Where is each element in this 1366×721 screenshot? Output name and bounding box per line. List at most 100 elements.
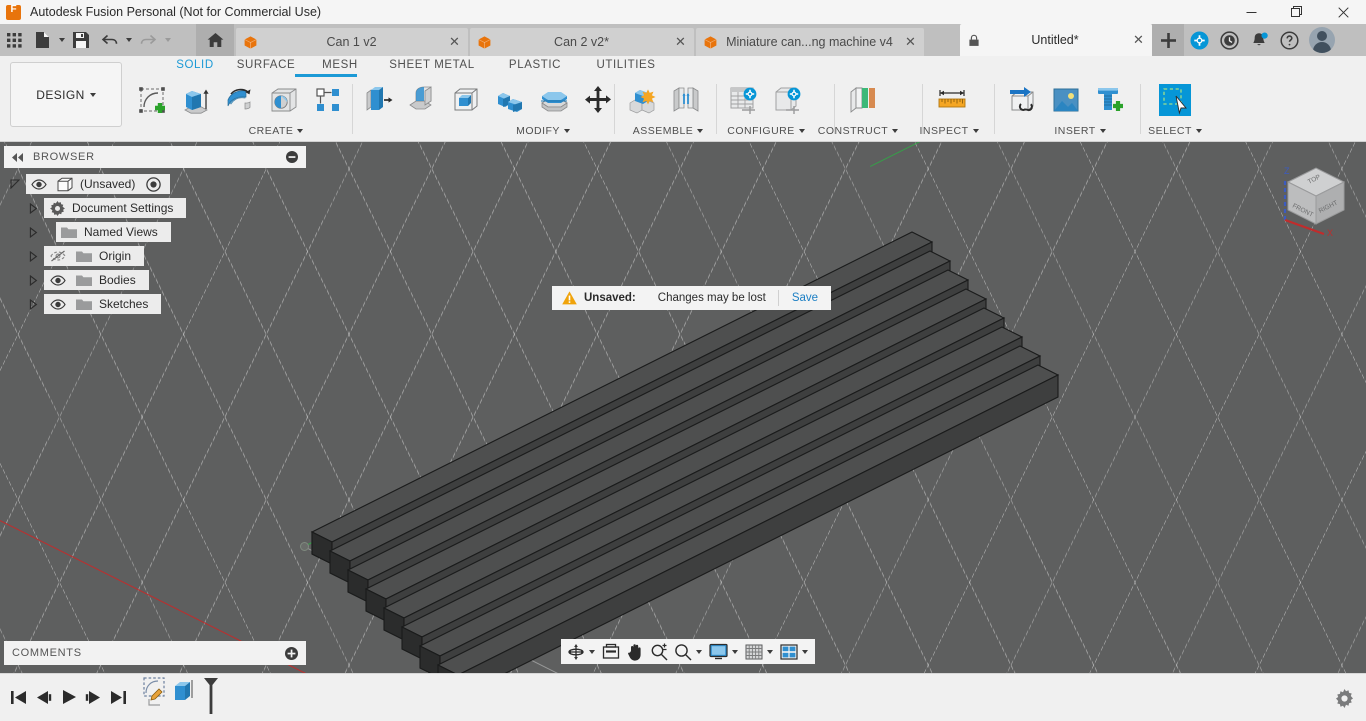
file-menu-caret[interactable] [56, 24, 67, 56]
close-icon[interactable] [1320, 0, 1366, 24]
home-icon[interactable] [196, 24, 234, 56]
save-icon[interactable] [67, 24, 95, 56]
revolve-button[interactable] [218, 78, 262, 122]
viewports-caret-icon[interactable] [801, 639, 812, 664]
app-grid-icon[interactable] [0, 24, 28, 56]
close-icon[interactable]: ✕ [903, 34, 918, 50]
view-cube[interactable]: Z X TOP FRONT RIGHT [1272, 150, 1360, 238]
insert-mcmaster-button[interactable] [1088, 78, 1132, 122]
triangle-collapsed-icon[interactable] [22, 202, 44, 214]
zoom-icon[interactable] [647, 639, 671, 664]
ribbon-group-create-label[interactable]: CREATE [202, 122, 350, 140]
maximize-icon[interactable] [1274, 0, 1320, 24]
shell-button[interactable] [444, 78, 488, 122]
ribbon-group-assemble-label[interactable]: ASSEMBLE [628, 122, 708, 140]
new-component-button[interactable] [620, 78, 664, 122]
derive-button[interactable] [1000, 78, 1044, 122]
look-at-icon[interactable] [599, 639, 623, 664]
create-sketch-button[interactable] [130, 78, 174, 122]
tree-node-unsaved[interactable]: (Unsaved) [4, 172, 306, 196]
redo-icon[interactable] [134, 24, 162, 56]
offset-plane-button[interactable] [842, 78, 886, 122]
tab-plastic[interactable]: PLASTIC [502, 59, 568, 71]
press-pull-button[interactable] [356, 78, 400, 122]
viewports-icon[interactable] [777, 639, 801, 664]
3d-viewport[interactable]: BROWSER (Unsaved) Document Settings Name… [0, 142, 1366, 673]
eye-hidden-icon[interactable] [47, 250, 69, 262]
split-face-button[interactable] [532, 78, 576, 122]
combine-button[interactable] [488, 78, 532, 122]
sweep-button[interactable] [262, 78, 306, 122]
triangle-collapsed-icon[interactable] [22, 226, 44, 238]
tree-node-sketches[interactable]: Sketches [4, 292, 306, 316]
tree-node-bodies[interactable]: Bodies [4, 268, 306, 292]
timeline-feature-extrude[interactable] [170, 677, 200, 711]
step-forward-icon[interactable] [81, 679, 106, 715]
ribbon-group-construct-label[interactable]: CONSTRUCT [818, 122, 899, 140]
measure-button[interactable] [930, 78, 974, 122]
undo-icon[interactable] [95, 24, 123, 56]
triangle-expanded-icon[interactable] [4, 179, 26, 189]
notification-save-link[interactable]: Save [779, 292, 831, 304]
eye-visible-icon[interactable] [47, 298, 69, 310]
minus-circle-icon[interactable] [286, 151, 298, 163]
comments-panel[interactable]: COMMENTS [4, 641, 306, 665]
display-monitor-icon[interactable] [706, 639, 731, 664]
eye-visible-icon[interactable] [28, 178, 50, 190]
job-status-clock-icon[interactable] [1214, 24, 1244, 56]
file-icon[interactable] [28, 24, 56, 56]
close-icon[interactable]: ✕ [447, 34, 462, 50]
undo-menu-caret[interactable] [123, 24, 134, 56]
minimize-icon[interactable] [1228, 0, 1274, 24]
configure-model-button[interactable] [766, 78, 810, 122]
skip-start-icon[interactable] [6, 679, 31, 715]
tab-utilities[interactable]: UTILITIES [590, 59, 662, 71]
zoom-fit-icon[interactable] [671, 639, 695, 664]
select-tool-button[interactable] [1153, 78, 1197, 122]
ribbon-group-insert-label[interactable]: INSERT [1028, 122, 1132, 140]
document-tab-miniature-canning-machine[interactable]: Miniature can...ng machine v4 ✕ [696, 28, 924, 56]
pan-hand-icon[interactable] [623, 639, 647, 664]
configure-table-button[interactable] [722, 78, 766, 122]
fillet-button[interactable] [400, 78, 444, 122]
ribbon-group-modify-label[interactable]: MODIFY [466, 122, 620, 140]
eye-visible-icon[interactable] [47, 274, 69, 286]
document-tab-can2[interactable]: Can 2 v2* ✕ [470, 28, 694, 56]
plus-icon[interactable] [1152, 24, 1184, 56]
close-icon[interactable]: ✕ [1131, 32, 1146, 48]
document-tab-can1[interactable]: Can 1 v2 ✕ [236, 28, 468, 56]
tree-node-document-settings[interactable]: Document Settings [4, 196, 306, 220]
grid-icon[interactable] [742, 639, 766, 664]
gear-icon[interactable] [1330, 684, 1358, 712]
activate-radio-icon[interactable] [146, 176, 162, 192]
tab-solid[interactable]: SOLID [165, 59, 225, 71]
triangle-collapsed-icon[interactable] [22, 274, 44, 286]
ribbon-group-select-label[interactable]: SELECT [1146, 122, 1204, 140]
play-icon[interactable] [56, 679, 81, 715]
extension-blue-icon[interactable] [1184, 24, 1214, 56]
triangle-collapsed-icon[interactable] [22, 298, 44, 310]
joint-button[interactable] [664, 78, 708, 122]
orbit-icon[interactable] [564, 639, 588, 664]
tree-node-origin[interactable]: Origin [4, 244, 306, 268]
grid-caret-icon[interactable] [766, 639, 777, 664]
user-avatar[interactable] [1309, 27, 1335, 53]
step-back-icon[interactable] [31, 679, 56, 715]
plus-circle-icon[interactable] [285, 646, 298, 660]
extrude-button[interactable] [174, 78, 218, 122]
redo-menu-caret[interactable] [162, 24, 173, 56]
ribbon-group-configure-label[interactable]: CONFIGURE [722, 122, 810, 140]
skip-end-icon[interactable] [106, 679, 131, 715]
timeline-marker-icon[interactable] [200, 677, 222, 715]
help-question-icon[interactable] [1274, 24, 1304, 56]
orbit-caret-icon[interactable] [588, 639, 599, 664]
pattern-button[interactable] [306, 78, 350, 122]
double-chevron-left-icon[interactable] [12, 152, 24, 162]
timeline-feature-sketch[interactable] [140, 677, 170, 711]
tab-sheet-metal[interactable]: SHEET METAL [385, 59, 479, 71]
triangle-collapsed-icon[interactable] [22, 250, 44, 262]
zoom-fit-caret-icon[interactable] [695, 639, 706, 664]
decal-button[interactable] [1044, 78, 1088, 122]
tab-surface[interactable]: SURFACE [230, 59, 302, 71]
workspace-switcher[interactable]: DESIGN [10, 62, 122, 127]
